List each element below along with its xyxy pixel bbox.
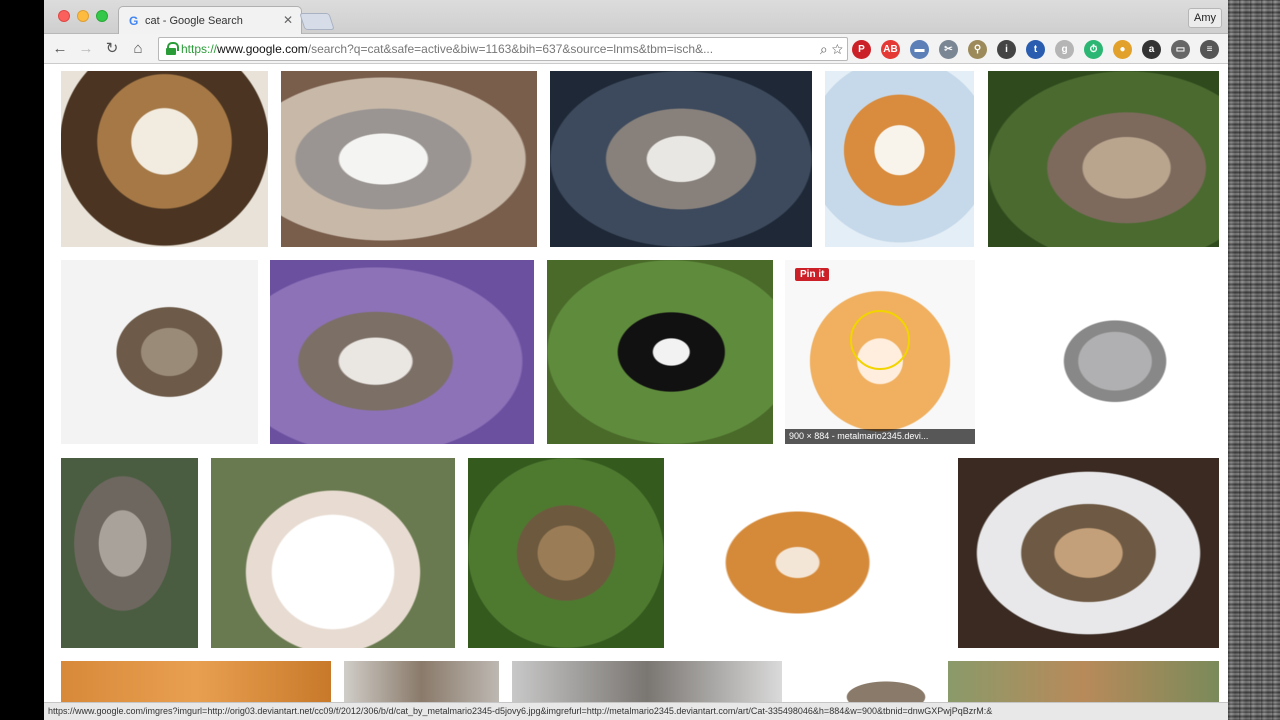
pinterest-icon[interactable]: P: [852, 39, 871, 59]
menu-icon[interactable]: ≡: [1200, 39, 1219, 59]
cat-image-result[interactable]: [281, 71, 537, 247]
cat-image-result[interactable]: [468, 458, 664, 648]
image-dimension-caption: 900 × 884 - metalmario2345.devi...: [785, 429, 975, 444]
home-icon[interactable]: ⌂: [128, 39, 148, 59]
maximize-window-button[interactable]: [96, 10, 108, 22]
google-favicon-icon: G: [129, 14, 139, 28]
cat-image-result[interactable]: [270, 260, 534, 444]
back-arrow-icon[interactable]: ←: [50, 39, 70, 59]
browser-window: G cat - Google Search ✕ Amy ← → ↻ ⌂ http…: [44, 0, 1228, 720]
image-results-grid: Pin it 900 × 884 - metalmario2345.devi..…: [44, 65, 1228, 720]
cat-image-result[interactable]: [677, 458, 945, 648]
address-bar[interactable]: https://www.google.com/search?q=cat&safe…: [158, 37, 848, 61]
tab-close-icon[interactable]: ✕: [283, 13, 293, 27]
lock-icon: [166, 42, 179, 55]
cursor-highlight: [850, 310, 910, 370]
extensions-bar: P AB ▬ ✂ ⚲ i t g ⏱ ● a ▭ ≡: [852, 39, 1219, 59]
status-bar-url: https://www.google.com/imgres?imgurl=htt…: [44, 702, 1228, 720]
adblock-icon[interactable]: AB: [881, 39, 900, 59]
bookmark-icon[interactable]: ▬: [910, 39, 929, 59]
browser-toolbar: ← → ↻ ⌂ https://www.google.com/search?q=…: [44, 34, 1228, 64]
cat-image-result[interactable]: [988, 260, 1219, 444]
cat-image-result[interactable]: [550, 71, 812, 247]
right-screen-artifact: [1228, 0, 1280, 720]
cat-image-result[interactable]: [61, 71, 268, 247]
tab-title: cat - Google Search: [145, 15, 243, 27]
tab-strip: G cat - Google Search ✕ Amy: [44, 0, 1228, 35]
color-wheel-icon[interactable]: ●: [1113, 39, 1132, 59]
cat-image-result[interactable]: [547, 260, 773, 444]
minimize-window-button[interactable]: [77, 10, 89, 22]
scissors-icon[interactable]: ✂: [939, 39, 958, 59]
new-tab-button[interactable]: [299, 13, 335, 30]
left-letterbox: [0, 0, 44, 720]
timer-icon[interactable]: ⏱: [1084, 39, 1103, 59]
cat-image-result[interactable]: [61, 260, 258, 444]
tab-google-search[interactable]: G cat - Google Search ✕: [118, 6, 302, 35]
reload-icon[interactable]: ↻: [102, 39, 122, 59]
info-icon[interactable]: i: [997, 39, 1016, 59]
pin-it-button[interactable]: Pin it: [795, 268, 830, 281]
amazon-icon[interactable]: a: [1142, 39, 1161, 59]
close-window-button[interactable]: [58, 10, 70, 22]
forward-arrow-icon[interactable]: →: [76, 39, 96, 59]
twitter-icon[interactable]: t: [1026, 39, 1045, 59]
cast-icon[interactable]: ▭: [1171, 39, 1190, 59]
omnibox-actions[interactable]: ⌕ ☆: [820, 38, 843, 60]
cat-image-result[interactable]: [958, 458, 1219, 648]
url-text: https://www.google.com/search?q=cat&safe…: [181, 42, 714, 56]
ghost-icon[interactable]: g: [1055, 39, 1074, 59]
cat-image-result[interactable]: [61, 458, 198, 648]
cat-image-result[interactable]: [211, 458, 455, 648]
cat-image-result-hovered[interactable]: Pin it 900 × 884 - metalmario2345.devi..…: [785, 260, 975, 444]
profile-button[interactable]: Amy: [1188, 8, 1222, 28]
dropper-icon[interactable]: ⚲: [968, 39, 987, 59]
cat-image-result[interactable]: [825, 71, 974, 247]
cat-image-result[interactable]: [988, 71, 1219, 247]
